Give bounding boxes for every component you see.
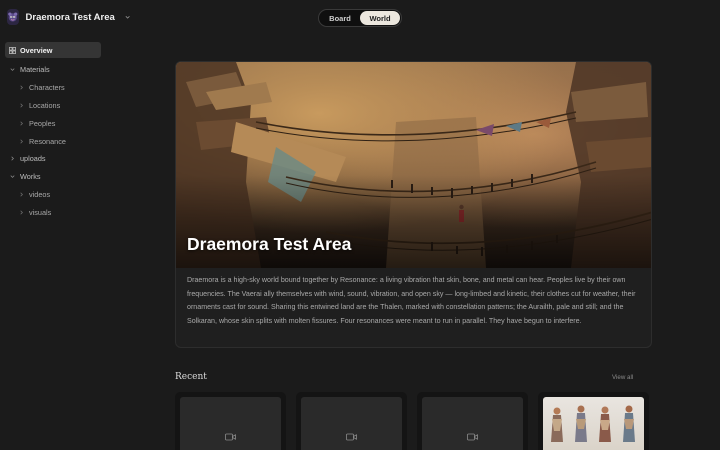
view-all-link[interactable]: View all <box>612 374 633 381</box>
sidebar-item-uploads[interactable]: uploads <box>5 150 101 168</box>
sidebar-nav: Overview Materials Characters Locations … <box>5 42 101 221</box>
chevron-right-icon[interactable] <box>18 191 25 198</box>
sidebar-item-label: videos <box>29 189 51 199</box>
chevron-right-icon[interactable] <box>18 209 25 216</box>
workspace-name: Draemora Test Area <box>25 11 115 23</box>
chevron-right-icon[interactable] <box>18 102 25 109</box>
chevron-right-icon[interactable] <box>18 120 25 127</box>
sidebar-item-label: Materials <box>20 65 50 75</box>
sidebar-item-label: Peoples <box>29 118 56 128</box>
sidebar-item-works[interactable]: Works <box>5 168 101 186</box>
sidebar-item-resonance[interactable]: Resonance <box>5 132 101 150</box>
workspace-switcher[interactable]: Draemora Test Area <box>7 8 131 26</box>
video-camera-icon <box>346 433 357 441</box>
world-overview-card: Draemora Test Area Draemora is a high-sk… <box>175 61 652 348</box>
recent-item-video[interactable] <box>417 392 528 450</box>
sidebar: Draemora Test Area Overview Materials Ch… <box>0 0 130 450</box>
grid-icon <box>9 46 16 54</box>
chevron-right-icon[interactable] <box>18 138 25 145</box>
sidebar-item-label: uploads <box>20 154 46 164</box>
video-thumbnail <box>301 397 402 450</box>
view-toggle: Board World <box>318 9 402 27</box>
chevron-right-icon[interactable] <box>9 155 16 162</box>
chevron-right-icon[interactable] <box>18 84 25 91</box>
recent-item-video[interactable] <box>296 392 407 450</box>
sidebar-item-label: Overview <box>20 45 53 55</box>
sidebar-item-overview[interactable]: Overview <box>5 42 101 58</box>
sidebar-item-locations[interactable]: Locations <box>5 97 101 115</box>
world-title: Draemora Test Area <box>187 234 352 254</box>
sidebar-item-videos[interactable]: videos <box>5 186 101 204</box>
creature-avatar-icon <box>7 9 19 25</box>
chevron-down-icon[interactable] <box>9 173 16 180</box>
sidebar-item-label: Locations <box>29 100 61 110</box>
chevron-down-icon[interactable] <box>124 12 131 22</box>
video-camera-icon <box>467 433 478 441</box>
character-lineup-image <box>543 397 644 450</box>
sidebar-item-visuals[interactable]: visuals <box>5 203 101 221</box>
sidebar-item-label: Characters <box>29 83 65 93</box>
sidebar-item-materials[interactable]: Materials <box>5 61 101 79</box>
chevron-down-icon[interactable] <box>9 66 16 73</box>
recent-item-video[interactable] <box>175 392 286 450</box>
sidebar-item-label: Resonance <box>29 136 66 146</box>
sidebar-item-label: Works <box>20 172 41 182</box>
world-description: Draemora is a high-sky world bound toget… <box>187 276 636 325</box>
video-thumbnail <box>422 397 523 450</box>
sidebar-item-characters[interactable]: Characters <box>5 79 101 97</box>
recent-item-image[interactable] <box>538 392 649 450</box>
sidebar-item-label: visuals <box>29 207 52 217</box>
sidebar-item-peoples[interactable]: Peoples <box>5 114 101 132</box>
toggle-world[interactable]: World <box>360 11 400 25</box>
recent-heading: Recent <box>175 372 207 382</box>
video-camera-icon <box>225 433 236 441</box>
video-thumbnail <box>180 397 281 450</box>
toggle-board[interactable]: Board <box>320 11 360 25</box>
